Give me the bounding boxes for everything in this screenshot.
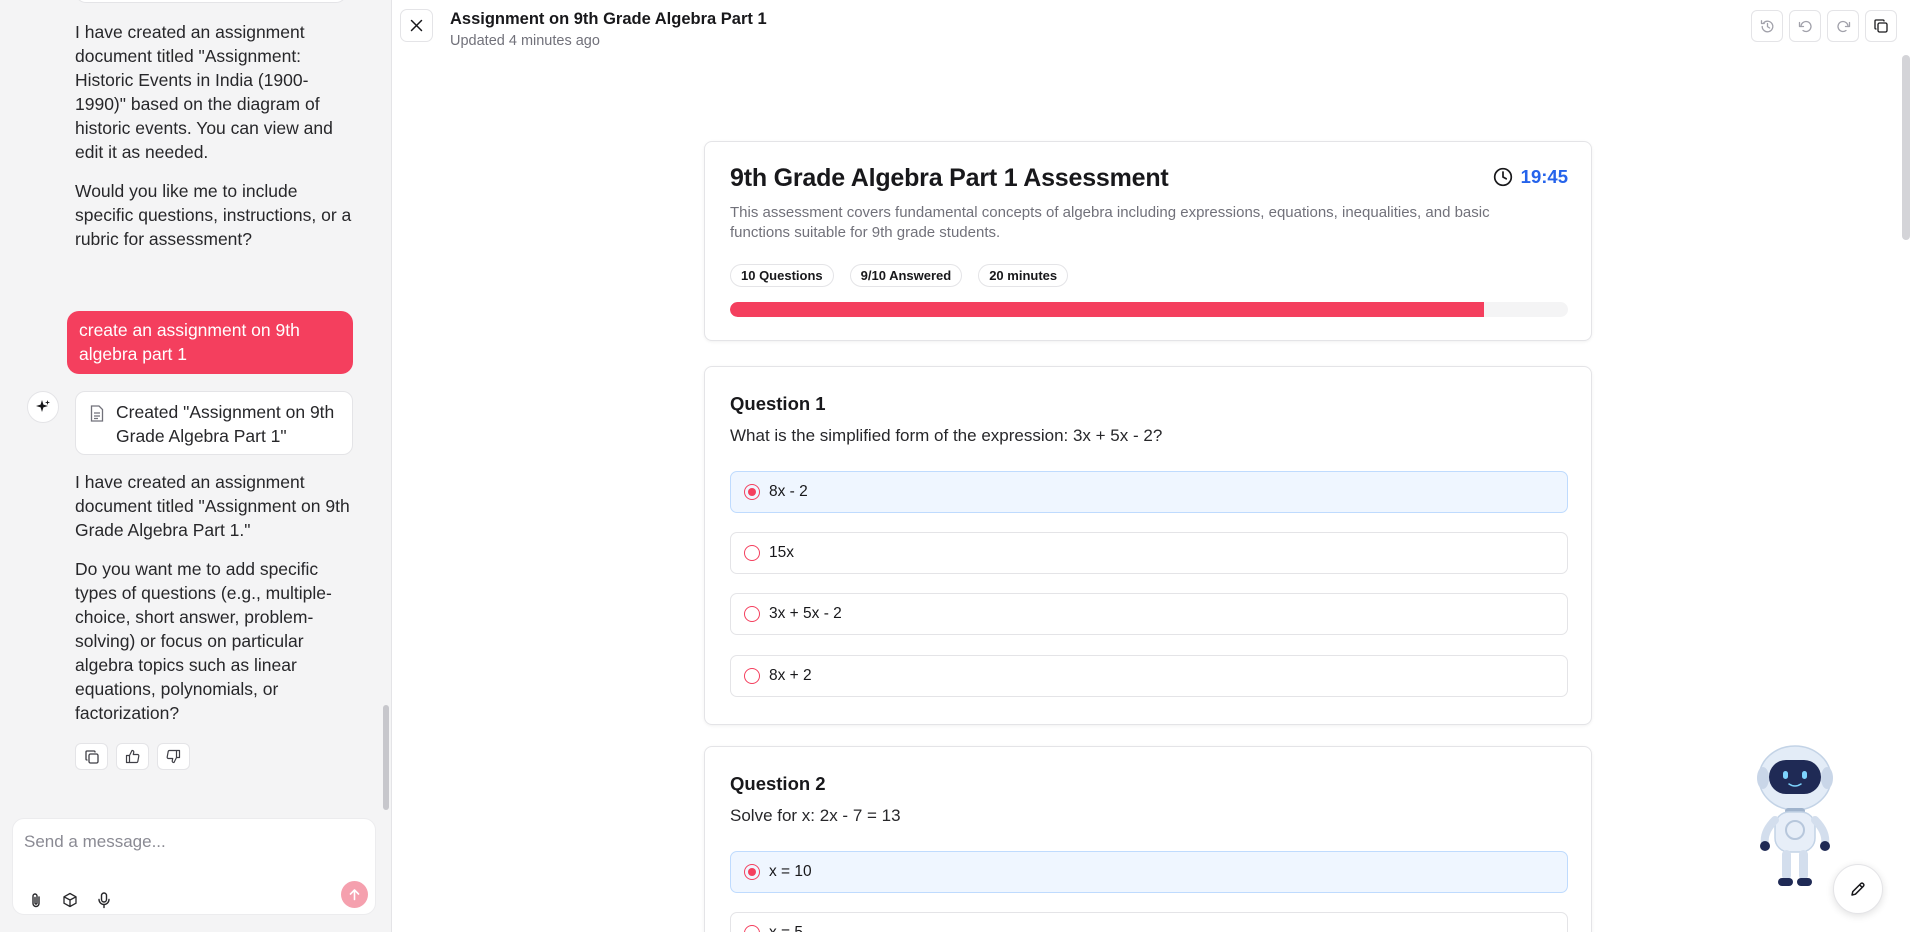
document-updated-time: Updated 4 minutes ago (450, 33, 600, 49)
assessment-description: This assessment covers fundamental conce… (730, 204, 1490, 241)
microphone-icon (98, 891, 110, 908)
radio-button[interactable] (744, 606, 760, 622)
redo-button[interactable] (1827, 10, 1859, 42)
document-title: Assignment on 9th Grade Algebra Part 1 (450, 10, 767, 28)
document-panel: Assignment on 9th Grade Algebra Part 1 U… (393, 0, 1910, 932)
message-actions (75, 743, 190, 770)
close-icon (410, 19, 423, 32)
radio-button[interactable] (744, 484, 760, 500)
copy-icon (84, 749, 99, 764)
thumbs-up-icon (125, 749, 140, 764)
sparkle-icon (27, 391, 59, 423)
radio-button[interactable] (744, 925, 760, 932)
previous-message-edge (75, 0, 347, 3)
timer: 19:45 (1493, 166, 1568, 188)
document-toolbar (1751, 10, 1897, 42)
answer-option-label: 15x (769, 544, 794, 561)
assessment-summary-card: 9th Grade Algebra Part 1 Assessment 19:4… (704, 141, 1592, 341)
message-composer (12, 818, 376, 915)
user-message: create an assignment on 9th algebra part… (67, 311, 353, 374)
paperclip-icon (32, 892, 40, 907)
assessment-title: 9th Grade Algebra Part 1 Assessment (730, 164, 1169, 192)
clock-icon (1493, 167, 1512, 187)
edit-button[interactable] (1833, 864, 1883, 914)
microphone-button[interactable] (93, 889, 115, 911)
answer-option-label: 8x - 2 (769, 483, 808, 500)
version-history-button[interactable] (1751, 10, 1783, 42)
created-document-card[interactable]: Created "Assignment on 9th Grade Algebra… (75, 391, 353, 455)
assessment-badges: 10 Questions 9/10 Answered 20 minutes (730, 264, 1069, 287)
chat-scrollbar[interactable] (383, 705, 389, 810)
question-card: Question 2 Solve for x: 2x - 7 = 13 x = … (704, 746, 1592, 932)
thumbs-down-button[interactable] (157, 743, 190, 770)
ai-message-paragraph: Do you want me to add specific types of … (75, 559, 332, 723)
robot-assistant-illustration[interactable] (1755, 740, 1835, 890)
attach-button[interactable] (25, 889, 47, 911)
thumbs-down-icon (166, 749, 181, 764)
radio-button[interactable] (744, 668, 760, 684)
question-title: Question 2 (730, 773, 826, 794)
progress-bar-fill (730, 302, 1485, 317)
answer-option[interactable]: 15x (730, 532, 1568, 574)
timer-value: 19:45 (1520, 166, 1568, 187)
question-count-badge: 10 Questions (730, 264, 834, 287)
radio-button[interactable] (744, 864, 760, 880)
answer-option-label: x = 10 (769, 863, 812, 880)
undo-icon (1798, 20, 1812, 32)
redo-icon (1836, 20, 1850, 32)
send-button[interactable] (341, 881, 368, 908)
message-input[interactable] (24, 827, 354, 857)
answer-option-label: x = 5 (769, 924, 803, 932)
copy-message-button[interactable] (75, 743, 108, 770)
answer-option[interactable]: 8x - 2 (730, 471, 1568, 513)
answer-option[interactable]: x = 5 (730, 912, 1568, 932)
cube-button[interactable] (59, 889, 81, 911)
duration-badge: 20 minutes (978, 264, 1069, 287)
pencil-icon (1851, 882, 1865, 896)
answer-option[interactable]: x = 10 (730, 851, 1568, 893)
document-scrollbar[interactable] (1902, 55, 1910, 240)
question-card: Question 1 What is the simplified form o… (704, 366, 1592, 725)
answer-option[interactable]: 3x + 5x - 2 (730, 593, 1568, 635)
arrow-up-icon (349, 889, 360, 901)
created-document-label: Created "Assignment on 9th Grade Algebra… (116, 402, 335, 446)
close-document-button[interactable] (400, 9, 433, 42)
chat-panel: I have created an assignment document ti… (0, 0, 392, 932)
question-text: What is the simplified form of the expre… (730, 426, 1163, 445)
ai-message-paragraph: I have created an assignment document ti… (75, 472, 350, 540)
ai-message-paragraph: I have created an assignment document ti… (75, 22, 333, 162)
undo-button[interactable] (1789, 10, 1821, 42)
radio-button[interactable] (744, 545, 760, 561)
answer-option-label: 3x + 5x - 2 (769, 605, 842, 622)
answer-option-label: 8x + 2 (769, 667, 812, 684)
cube-icon (63, 892, 77, 908)
answer-option[interactable]: 8x + 2 (730, 655, 1568, 697)
ai-message-paragraph: Would you like me to include specific qu… (75, 181, 352, 249)
question-title: Question 1 (730, 393, 826, 414)
history-icon (1760, 19, 1773, 32)
answered-count-badge: 9/10 Answered (849, 264, 963, 287)
thumbs-up-button[interactable] (116, 743, 149, 770)
copy-icon (1874, 19, 1888, 33)
question-text: Solve for x: 2x - 7 = 13 (730, 806, 901, 825)
document-icon (90, 404, 104, 428)
copy-document-button[interactable] (1865, 10, 1897, 42)
progress-bar (730, 302, 1568, 317)
